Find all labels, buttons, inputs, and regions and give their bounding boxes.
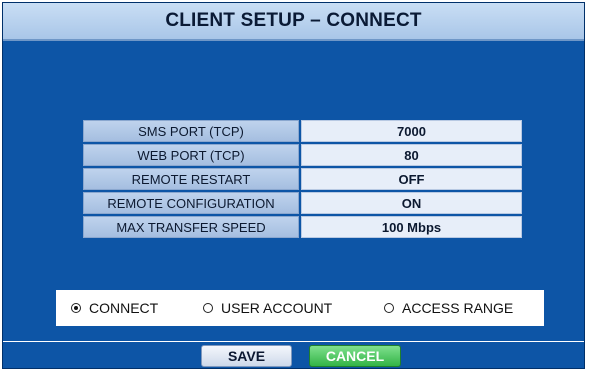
remote-restart-label: REMOTE RESTART bbox=[83, 168, 299, 190]
settings-table: SMS PORT (TCP) 7000 WEB PORT (TCP) 80 RE… bbox=[81, 118, 524, 240]
tab-connect[interactable]: CONNECT bbox=[71, 300, 158, 316]
save-button[interactable]: SAVE bbox=[201, 345, 292, 367]
title-bar: CLIENT SETUP – CONNECT bbox=[3, 3, 584, 41]
max-transfer-speed-value[interactable]: 100 Mbps bbox=[301, 216, 522, 238]
table-row: WEB PORT (TCP) 80 bbox=[83, 144, 522, 166]
radio-unselected-icon bbox=[203, 303, 213, 313]
tab-label: CONNECT bbox=[89, 300, 159, 316]
table-row: REMOTE RESTART OFF bbox=[83, 168, 522, 190]
table-row: MAX TRANSFER SPEED 100 Mbps bbox=[83, 216, 522, 238]
tab-label: ACCESS RANGE bbox=[402, 300, 514, 316]
table-row: SMS PORT (TCP) 7000 bbox=[83, 120, 522, 142]
sms-port-value[interactable]: 7000 bbox=[301, 120, 522, 142]
web-port-label: WEB PORT (TCP) bbox=[83, 144, 299, 166]
remote-configuration-value[interactable]: ON bbox=[301, 192, 522, 214]
divider bbox=[3, 341, 584, 342]
max-transfer-speed-label: MAX TRANSFER SPEED bbox=[83, 216, 299, 238]
cancel-button[interactable]: CANCEL bbox=[309, 345, 401, 367]
table-row: REMOTE CONFIGURATION ON bbox=[83, 192, 522, 214]
window-title: CLIENT SETUP – CONNECT bbox=[165, 10, 422, 31]
sms-port-label: SMS PORT (TCP) bbox=[83, 120, 299, 142]
client-setup-window: CLIENT SETUP – CONNECT SMS PORT (TCP) 70… bbox=[2, 2, 585, 369]
remote-configuration-label: REMOTE CONFIGURATION bbox=[83, 192, 299, 214]
tab-label: USER ACCOUNT bbox=[221, 300, 333, 316]
radio-unselected-icon bbox=[384, 303, 394, 313]
tab-access-range[interactable]: ACCESS RANGE bbox=[384, 300, 513, 316]
web-port-value[interactable]: 80 bbox=[301, 144, 522, 166]
remote-restart-value[interactable]: OFF bbox=[301, 168, 522, 190]
tab-user-account[interactable]: USER ACCOUNT bbox=[203, 300, 332, 316]
tab-bar: CONNECT USER ACCOUNT ACCESS RANGE bbox=[56, 290, 546, 326]
radio-selected-icon bbox=[71, 303, 81, 313]
